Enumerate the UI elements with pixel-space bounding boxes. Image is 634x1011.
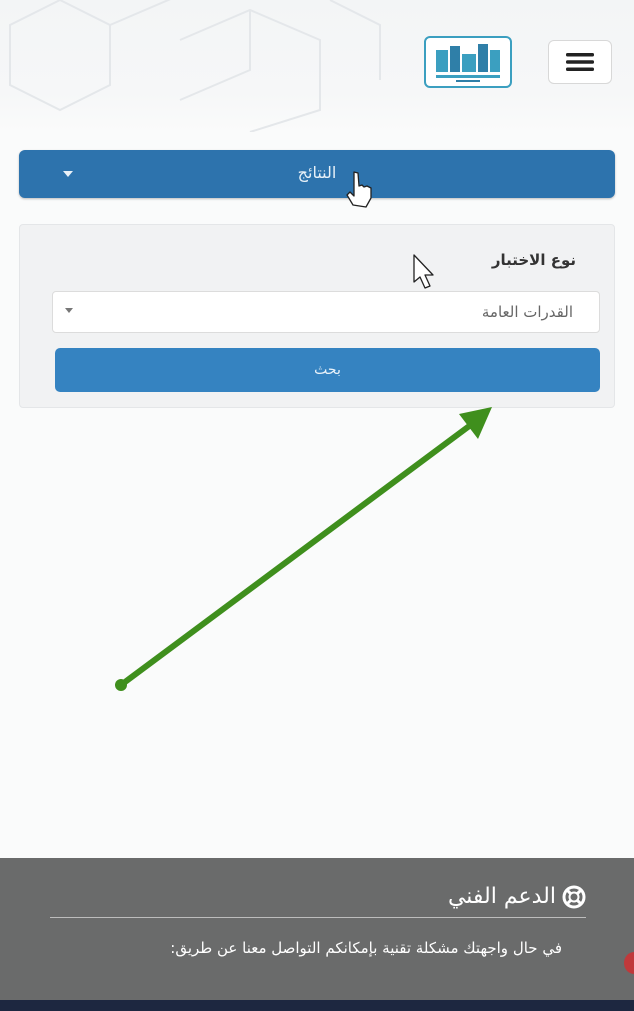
footer-divider (50, 917, 586, 918)
results-label: النتائج (297, 163, 337, 182)
results-accordion-toggle[interactable]: النتائج (19, 150, 615, 198)
hamburger-menu-icon (566, 53, 594, 71)
test-type-selected-value: القدرات العامة (481, 303, 573, 321)
life-ring-icon (562, 885, 586, 908)
header (0, 0, 634, 132)
support-title: الدعم الفني (447, 884, 556, 909)
test-type-label: نوع الاختبار (491, 251, 576, 269)
search-button[interactable]: بحث (55, 348, 600, 392)
footer: الدعم الفني في حال واجهتك مشكلة تقنية بإ… (0, 858, 634, 1000)
search-form-panel: نوع الاختبار القدرات العامة بحث (19, 224, 615, 408)
select-caret-icon (65, 308, 73, 313)
header-pattern (9, 0, 381, 132)
page: النتائج نوع الاختبار القدرات العامة بحث (0, 0, 634, 1011)
green-arrow-icon (115, 407, 492, 691)
menu-button[interactable] (548, 40, 612, 84)
qiyas-logo-icon (436, 44, 500, 82)
support-title-row: الدعم الفني (448, 884, 586, 909)
logo[interactable] (424, 36, 512, 88)
test-type-select[interactable]: القدرات العامة (52, 291, 600, 333)
support-text: في حال واجهتك مشكلة تقنية بإمكانكم التوا… (170, 939, 562, 957)
bottom-strip (0, 1000, 634, 1011)
